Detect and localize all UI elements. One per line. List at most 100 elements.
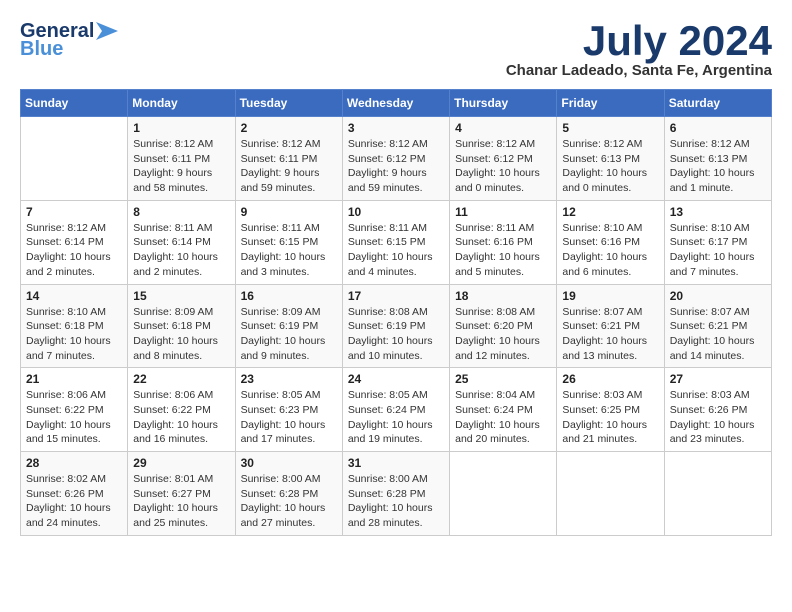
calendar-day-cell: 26 Sunrise: 8:03 AM Sunset: 6:25 PM Dayli… — [557, 368, 664, 452]
day-info: Sunrise: 8:12 AM Sunset: 6:11 PM Dayligh… — [133, 137, 229, 196]
day-info: Sunrise: 8:07 AM Sunset: 6:21 PM Dayligh… — [562, 305, 658, 364]
calendar-day-header: Friday — [557, 90, 664, 117]
calendar-day-cell: 22 Sunrise: 8:06 AM Sunset: 6:22 PM Dayli… — [128, 368, 235, 452]
day-number: 17 — [348, 289, 444, 303]
day-number: 26 — [562, 372, 658, 386]
calendar-day-cell: 30 Sunrise: 8:00 AM Sunset: 6:28 PM Dayli… — [235, 452, 342, 536]
day-info: Sunrise: 8:11 AM Sunset: 6:15 PM Dayligh… — [348, 221, 444, 280]
day-info: Sunrise: 8:12 AM Sunset: 6:13 PM Dayligh… — [562, 137, 658, 196]
day-info: Sunrise: 8:05 AM Sunset: 6:24 PM Dayligh… — [348, 388, 444, 447]
day-info: Sunrise: 8:11 AM Sunset: 6:16 PM Dayligh… — [455, 221, 551, 280]
logo-arrow-icon — [96, 20, 124, 42]
calendar-day-cell: 13 Sunrise: 8:10 AM Sunset: 6:17 PM Dayli… — [664, 200, 771, 284]
day-info: Sunrise: 8:11 AM Sunset: 6:14 PM Dayligh… — [133, 221, 229, 280]
month-title: July 2024 — [506, 20, 772, 62]
calendar-day-cell: 25 Sunrise: 8:04 AM Sunset: 6:24 PM Dayli… — [450, 368, 557, 452]
calendar-day-cell — [557, 452, 664, 536]
day-info: Sunrise: 8:01 AM Sunset: 6:27 PM Dayligh… — [133, 472, 229, 531]
calendar-day-header: Sunday — [21, 90, 128, 117]
day-info: Sunrise: 8:12 AM Sunset: 6:11 PM Dayligh… — [241, 137, 337, 196]
calendar-day-cell: 14 Sunrise: 8:10 AM Sunset: 6:18 PM Dayli… — [21, 284, 128, 368]
day-info: Sunrise: 8:03 AM Sunset: 6:25 PM Dayligh… — [562, 388, 658, 447]
day-info: Sunrise: 8:10 AM Sunset: 6:16 PM Dayligh… — [562, 221, 658, 280]
day-number: 20 — [670, 289, 766, 303]
calendar-week-row: 21 Sunrise: 8:06 AM Sunset: 6:22 PM Dayli… — [21, 368, 772, 452]
calendar-week-row: 28Sunrise: 8:02 AM Sunset: 6:26 PM Dayli… — [21, 452, 772, 536]
calendar-body: 1 Sunrise: 8:12 AM Sunset: 6:11 PM Daylig… — [21, 117, 772, 536]
day-info: Sunrise: 8:09 AM Sunset: 6:18 PM Dayligh… — [133, 305, 229, 364]
day-info: Sunrise: 8:07 AM Sunset: 6:21 PM Dayligh… — [670, 305, 766, 364]
day-info: Sunrise: 8:12 AM Sunset: 6:12 PM Dayligh… — [348, 137, 444, 196]
calendar-week-row: 14 Sunrise: 8:10 AM Sunset: 6:18 PM Dayli… — [21, 284, 772, 368]
calendar-day-cell: 27Sunrise: 8:03 AM Sunset: 6:26 PM Dayli… — [664, 368, 771, 452]
calendar-day-cell: 12 Sunrise: 8:10 AM Sunset: 6:16 PM Dayli… — [557, 200, 664, 284]
calendar-day-cell: 29 Sunrise: 8:01 AM Sunset: 6:27 PM Dayli… — [128, 452, 235, 536]
day-info: Sunrise: 8:09 AM Sunset: 6:19 PM Dayligh… — [241, 305, 337, 364]
day-number: 7 — [26, 205, 122, 219]
calendar-day-cell: 16 Sunrise: 8:09 AM Sunset: 6:19 PM Dayli… — [235, 284, 342, 368]
day-number: 25 — [455, 372, 551, 386]
day-info: Sunrise: 8:08 AM Sunset: 6:20 PM Dayligh… — [455, 305, 551, 364]
day-info: Sunrise: 8:00 AM Sunset: 6:28 PM Dayligh… — [241, 472, 337, 531]
calendar-day-cell: 11Sunrise: 8:11 AM Sunset: 6:16 PM Dayli… — [450, 200, 557, 284]
day-number: 18 — [455, 289, 551, 303]
logo-container: General Blue — [20, 20, 124, 60]
calendar-day-cell: 7 Sunrise: 8:12 AM Sunset: 6:14 PM Daylig… — [21, 200, 128, 284]
calendar-table: SundayMondayTuesdayWednesdayThursdayFrid… — [20, 89, 772, 536]
title-section: July 2024 Chanar Ladeado, Santa Fe, Arge… — [506, 20, 772, 79]
calendar-day-cell: 4Sunrise: 8:12 AM Sunset: 6:12 PM Daylig… — [450, 117, 557, 201]
day-number: 10 — [348, 205, 444, 219]
calendar-day-cell: 17 Sunrise: 8:08 AM Sunset: 6:19 PM Dayli… — [342, 284, 449, 368]
day-info: Sunrise: 8:10 AM Sunset: 6:17 PM Dayligh… — [670, 221, 766, 280]
day-number: 14 — [26, 289, 122, 303]
day-info: Sunrise: 8:04 AM Sunset: 6:24 PM Dayligh… — [455, 388, 551, 447]
calendar-day-cell: 23 Sunrise: 8:05 AM Sunset: 6:23 PM Dayli… — [235, 368, 342, 452]
calendar-day-cell: 5 Sunrise: 8:12 AM Sunset: 6:13 PM Daylig… — [557, 117, 664, 201]
day-number: 3 — [348, 121, 444, 135]
day-number: 8 — [133, 205, 229, 219]
calendar-day-cell — [664, 452, 771, 536]
day-number: 13 — [670, 205, 766, 219]
day-number: 29 — [133, 456, 229, 470]
day-number: 30 — [241, 456, 337, 470]
day-number: 19 — [562, 289, 658, 303]
calendar-week-row: 7 Sunrise: 8:12 AM Sunset: 6:14 PM Daylig… — [21, 200, 772, 284]
day-number: 22 — [133, 372, 229, 386]
day-info: Sunrise: 8:05 AM Sunset: 6:23 PM Dayligh… — [241, 388, 337, 447]
calendar-header-row: SundayMondayTuesdayWednesdayThursdayFrid… — [21, 90, 772, 117]
day-number: 23 — [241, 372, 337, 386]
calendar-day-header: Monday — [128, 90, 235, 117]
day-info: Sunrise: 8:00 AM Sunset: 6:28 PM Dayligh… — [348, 472, 444, 531]
day-number: 1 — [133, 121, 229, 135]
day-number: 21 — [26, 372, 122, 386]
day-info: Sunrise: 8:10 AM Sunset: 6:18 PM Dayligh… — [26, 305, 122, 364]
day-number: 5 — [562, 121, 658, 135]
calendar-day-cell: 10 Sunrise: 8:11 AM Sunset: 6:15 PM Dayli… — [342, 200, 449, 284]
calendar-day-cell: 24 Sunrise: 8:05 AM Sunset: 6:24 PM Dayli… — [342, 368, 449, 452]
day-info: Sunrise: 8:12 AM Sunset: 6:14 PM Dayligh… — [26, 221, 122, 280]
calendar-day-cell: 8 Sunrise: 8:11 AM Sunset: 6:14 PM Daylig… — [128, 200, 235, 284]
day-info: Sunrise: 8:03 AM Sunset: 6:26 PM Dayligh… — [670, 388, 766, 447]
calendar-day-cell: 28Sunrise: 8:02 AM Sunset: 6:26 PM Dayli… — [21, 452, 128, 536]
calendar-day-cell — [21, 117, 128, 201]
page-header: General Blue July 2024 Chanar Ladeado, S… — [20, 20, 772, 79]
day-number: 15 — [133, 289, 229, 303]
day-number: 9 — [241, 205, 337, 219]
day-number: 16 — [241, 289, 337, 303]
day-number: 6 — [670, 121, 766, 135]
calendar-day-header: Saturday — [664, 90, 771, 117]
logo: General Blue — [20, 20, 124, 60]
day-number: 31 — [348, 456, 444, 470]
calendar-day-cell: 1 Sunrise: 8:12 AM Sunset: 6:11 PM Daylig… — [128, 117, 235, 201]
day-info: Sunrise: 8:08 AM Sunset: 6:19 PM Dayligh… — [348, 305, 444, 364]
day-number: 28 — [26, 456, 122, 470]
calendar-day-cell: 3 Sunrise: 8:12 AM Sunset: 6:12 PM Daylig… — [342, 117, 449, 201]
day-number: 12 — [562, 205, 658, 219]
day-info: Sunrise: 8:11 AM Sunset: 6:15 PM Dayligh… — [241, 221, 337, 280]
calendar-day-header: Thursday — [450, 90, 557, 117]
day-number: 24 — [348, 372, 444, 386]
day-number: 4 — [455, 121, 551, 135]
calendar-day-header: Tuesday — [235, 90, 342, 117]
calendar-day-cell: 31 Sunrise: 8:00 AM Sunset: 6:28 PM Dayli… — [342, 452, 449, 536]
day-info: Sunrise: 8:06 AM Sunset: 6:22 PM Dayligh… — [133, 388, 229, 447]
